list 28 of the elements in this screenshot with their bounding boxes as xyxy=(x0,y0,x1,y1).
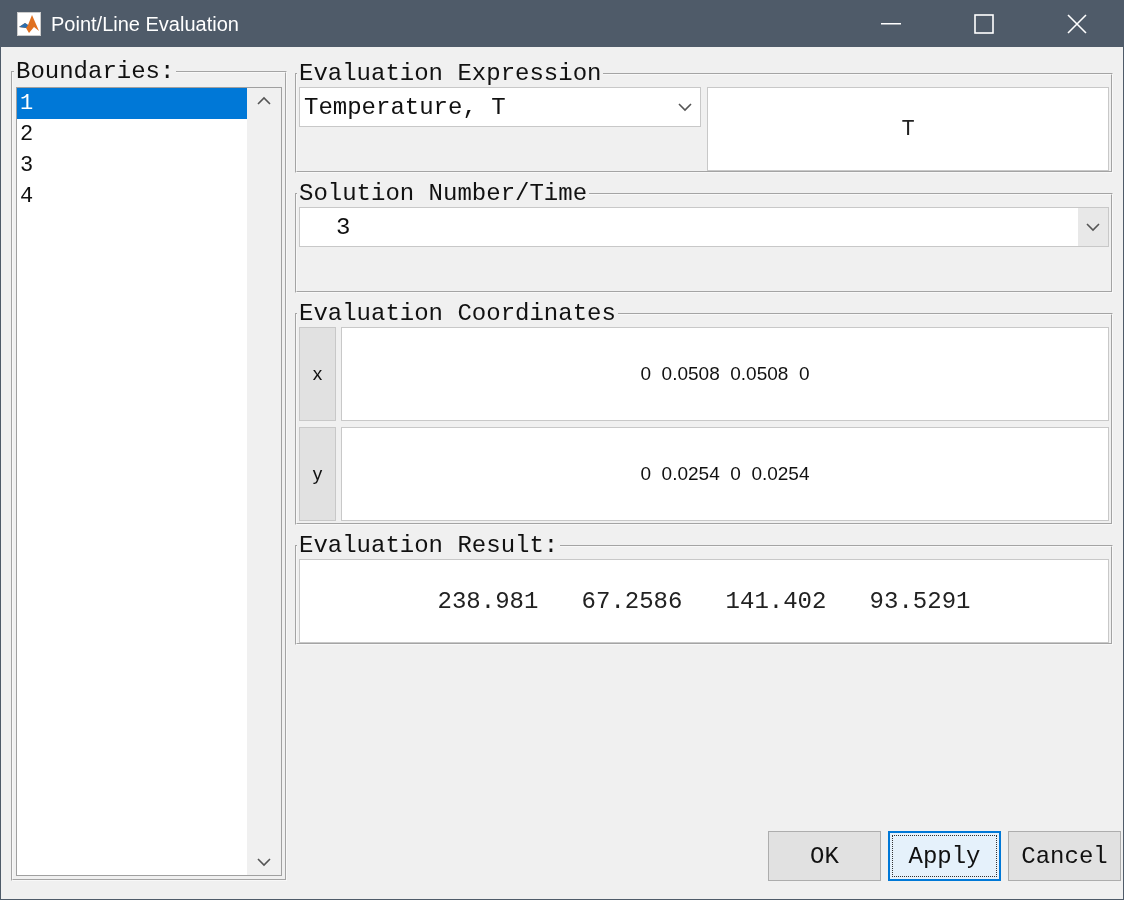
axis-button[interactable]: y xyxy=(299,427,336,521)
solution-dropdown[interactable]: 3 xyxy=(299,207,1109,247)
coordinate-field[interactable]: 0 0.0508 0.0508 0 xyxy=(341,327,1109,421)
dialog-button[interactable]: Apply xyxy=(888,831,1001,881)
list-item[interactable]: 1 xyxy=(17,88,247,119)
result-field: 238.981 67.2586 141.402 93.5291 xyxy=(299,559,1109,643)
group-label: Boundaries: xyxy=(15,59,176,85)
chevron-down-icon[interactable] xyxy=(257,858,271,867)
chevron-up-icon[interactable] xyxy=(257,96,271,105)
group-label: Solution Number/Time xyxy=(298,181,589,207)
app-logo-icon xyxy=(17,12,41,36)
window-title: Point/Line Evaluation xyxy=(51,12,240,36)
dialog-button[interactable]: Cancel xyxy=(1008,831,1121,881)
maximize-icon[interactable] xyxy=(973,14,994,34)
group-label: Evaluation Result: xyxy=(298,533,560,559)
group-label: Evaluation Coordinates xyxy=(298,301,617,327)
minimize-icon[interactable] xyxy=(880,23,901,25)
expression-dropdown[interactable]: Temperature, T xyxy=(299,87,701,127)
dialog-button[interactable]: OK xyxy=(768,831,881,881)
chevron-down-icon[interactable] xyxy=(678,102,692,112)
scrollbar[interactable] xyxy=(247,88,281,875)
close-icon[interactable] xyxy=(1066,14,1087,34)
expression-field[interactable]: T xyxy=(707,87,1109,171)
coordinate-field[interactable]: 0 0.0254 0 0.0254 xyxy=(341,427,1109,521)
group-label: Evaluation Expression xyxy=(298,61,603,87)
chevron-down-icon[interactable] xyxy=(1086,222,1100,232)
axis-button[interactable]: x xyxy=(299,327,336,421)
boundaries-list[interactable]: 1 2 3 4 xyxy=(16,87,282,876)
